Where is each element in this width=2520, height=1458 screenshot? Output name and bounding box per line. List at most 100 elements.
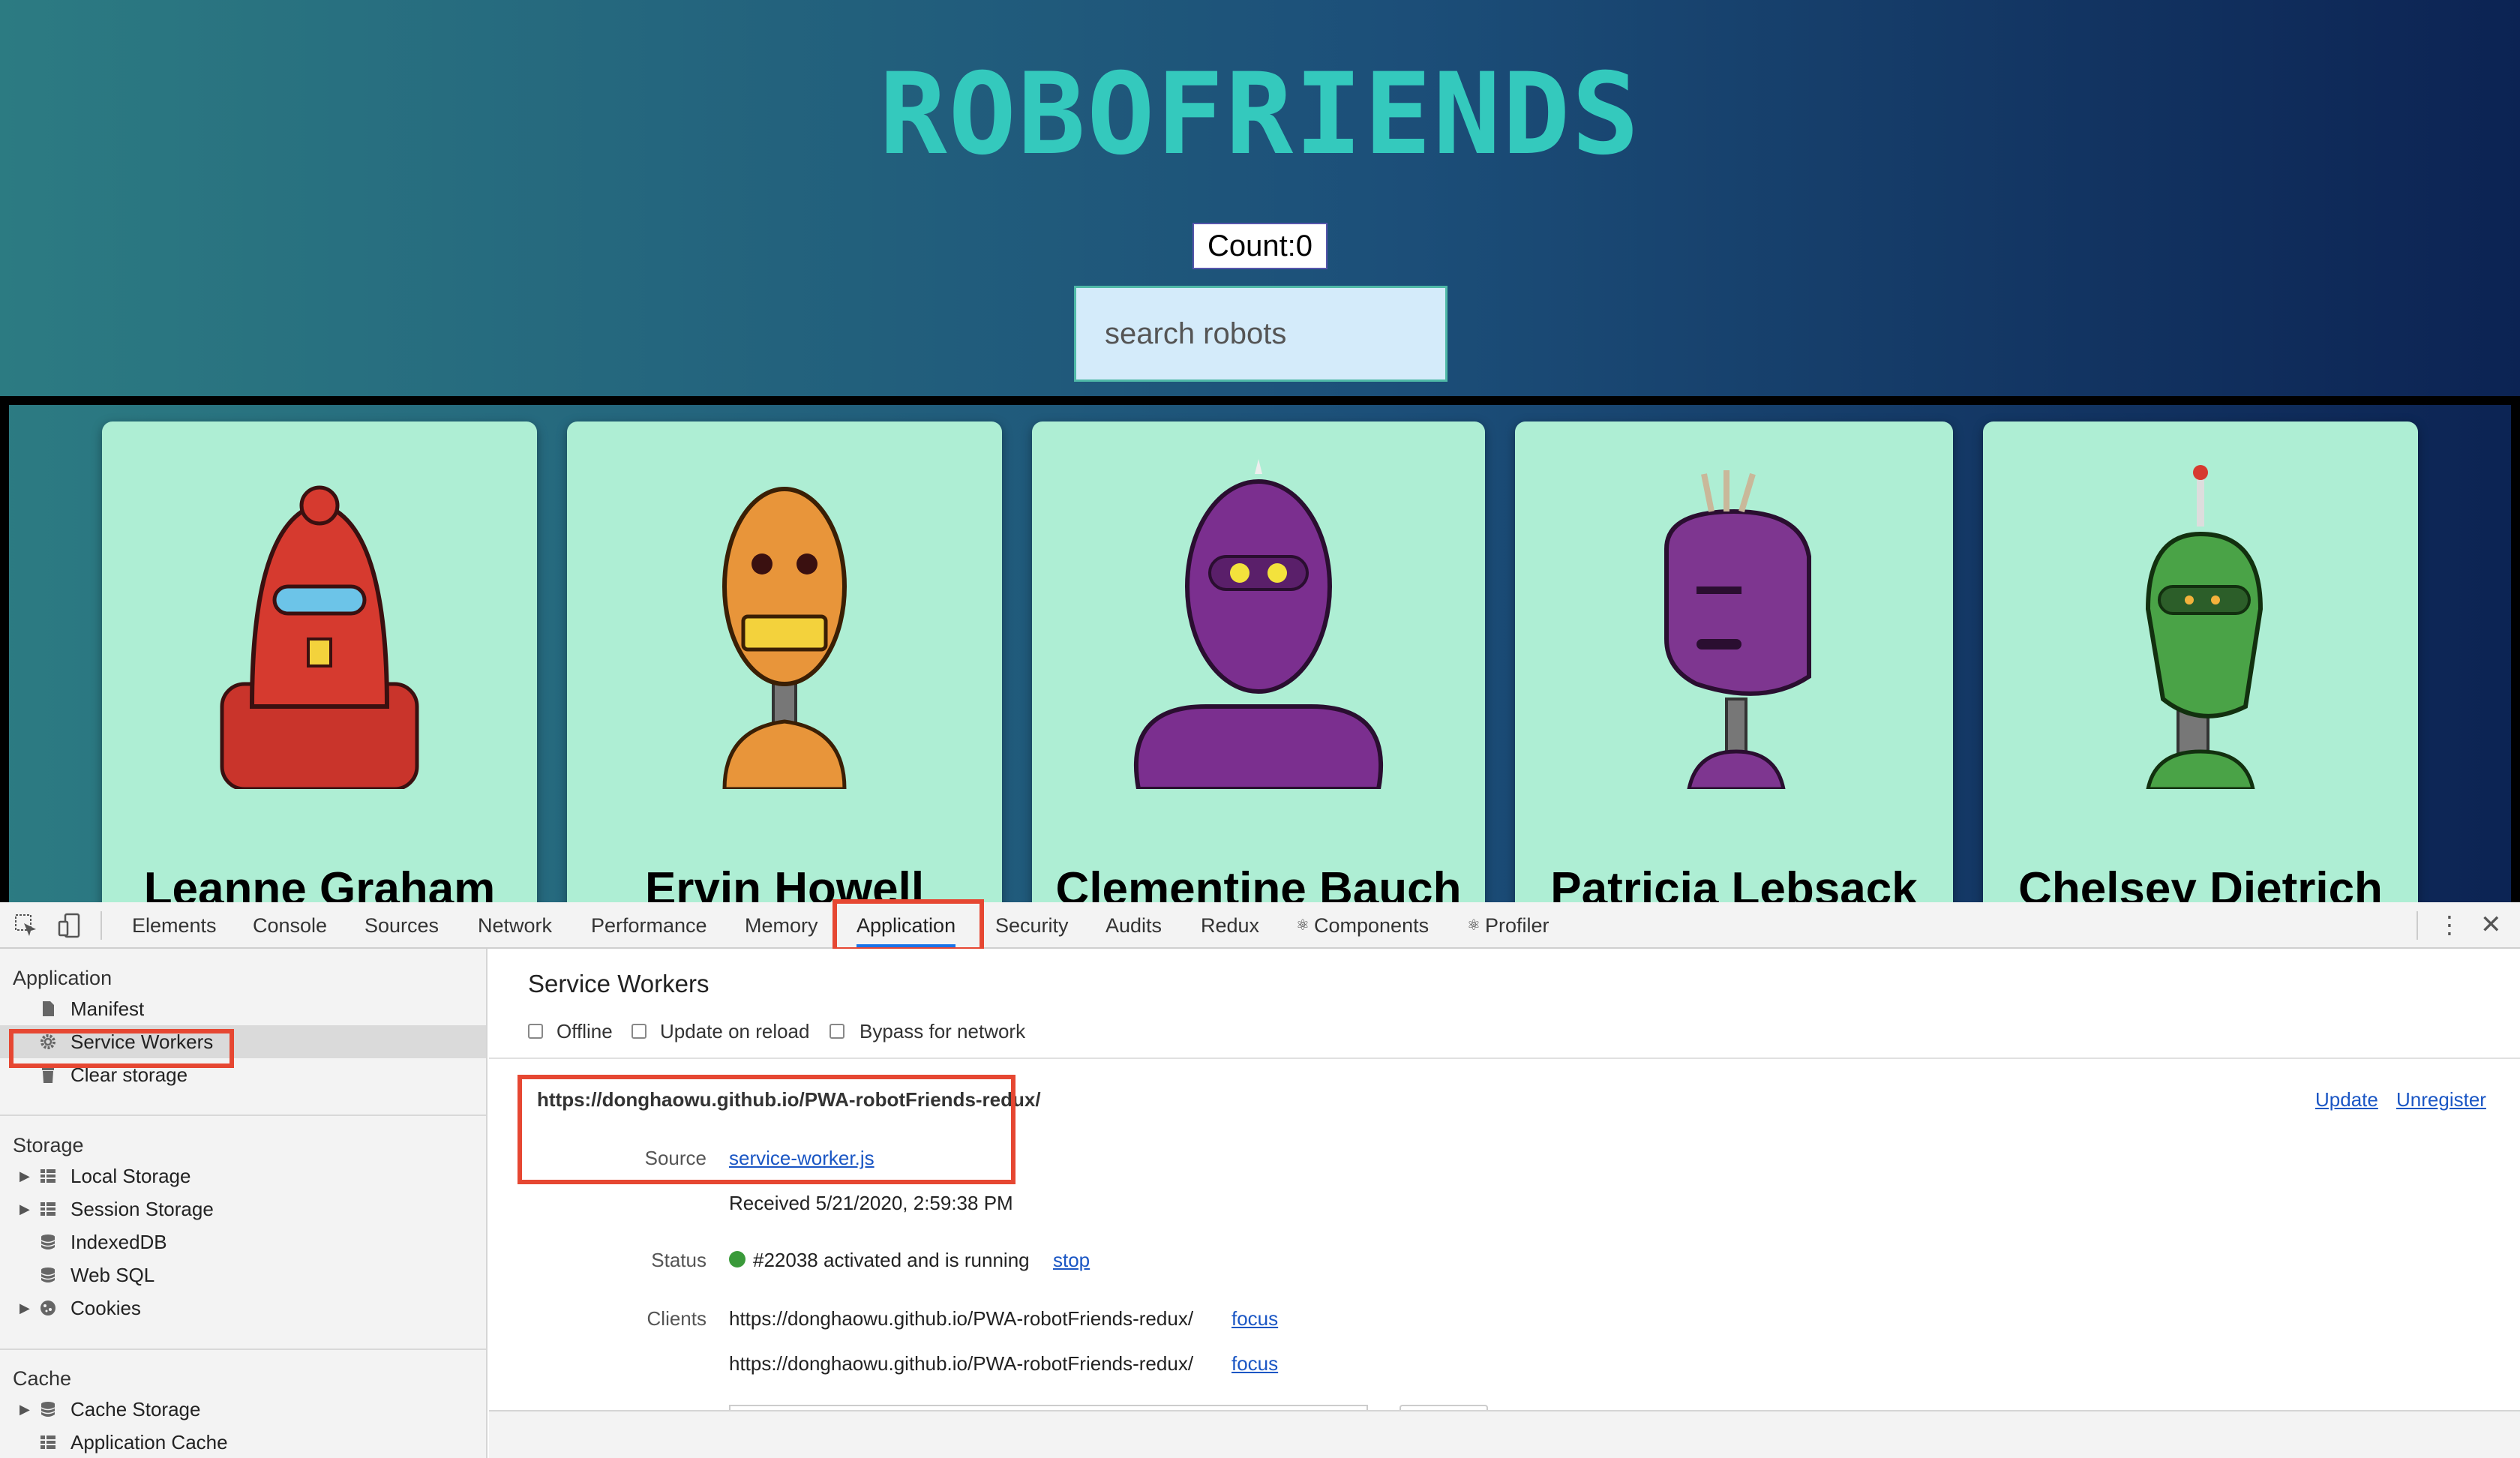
- service-worker-scope-url: https://donghaowu.github.io/PWA-robotFri…: [537, 1088, 1041, 1111]
- expand-triangle-icon[interactable]: ▶: [20, 1292, 30, 1324]
- count-display: Count:0: [1192, 223, 1328, 269]
- sidebar-item-label: Local Storage: [70, 1165, 191, 1187]
- tab-redux[interactable]: Redux: [1201, 902, 1259, 947]
- update-on-reload-checkbox[interactable]: Update on reload: [632, 1018, 809, 1045]
- sidebar-header-cache: Cache: [13, 1367, 72, 1390]
- drawer-bar: [489, 1410, 2520, 1458]
- sidebar-item-indexeddb[interactable]: IndexedDB: [0, 1226, 486, 1258]
- devtools-toolbar: Elements Console Sources Network Perform…: [0, 899, 2520, 952]
- sidebar-item-label: Session Storage: [70, 1198, 214, 1220]
- status-label: Status: [651, 1249, 706, 1271]
- stop-link[interactable]: stop: [1053, 1249, 1090, 1272]
- checkbox-icon[interactable]: [528, 1024, 543, 1039]
- expand-triangle-icon[interactable]: ▶: [20, 1160, 30, 1192]
- sidebar-header-application: Application: [13, 967, 112, 989]
- tab-security[interactable]: Security: [995, 902, 1069, 947]
- database-icon: [40, 1402, 56, 1417]
- robot-card[interactable]: Patricia Lebsack: [1515, 422, 1953, 902]
- sidebar-item-label: Application Cache: [70, 1431, 228, 1454]
- tab-components[interactable]: Components: [1314, 902, 1429, 947]
- client-url: https://donghaowu.github.io/PWA-robotFri…: [729, 1307, 1194, 1330]
- bypass-for-network-checkbox[interactable]: Bypass for network: [830, 1018, 1025, 1045]
- tab-application[interactable]: Application: [856, 902, 956, 947]
- tab-audits[interactable]: Audits: [1106, 902, 1162, 947]
- expand-triangle-icon[interactable]: ▶: [20, 1192, 30, 1226]
- sidebar-item-label: Cache Storage: [70, 1398, 201, 1420]
- tab-sources[interactable]: Sources: [364, 902, 439, 947]
- sidebar-item-clear-storage[interactable]: Clear storage: [0, 1058, 486, 1091]
- search-robots-input[interactable]: [1074, 286, 1448, 382]
- checkbox-label: Bypass for network: [860, 1020, 1026, 1042]
- robot-name: Leanne Graham: [143, 863, 496, 902]
- tab-performance[interactable]: Performance: [591, 902, 707, 947]
- sidebar-item-manifest[interactable]: Manifest: [0, 992, 486, 1025]
- panel-title: Service Workers: [528, 970, 710, 998]
- checkbox-label: Update on reload: [660, 1020, 810, 1042]
- sidebar-item-session-storage[interactable]: ▶ Session Storage: [0, 1192, 486, 1226]
- file-icon: [43, 1001, 54, 1016]
- grid-table-icon: [40, 1436, 56, 1449]
- checkbox-icon[interactable]: [632, 1024, 646, 1039]
- sidebar-item-web-sql[interactable]: Web SQL: [0, 1258, 486, 1292]
- grid-table-icon: [40, 1202, 56, 1216]
- robot-name: Clementine Bauch: [1055, 863, 1462, 902]
- sidebar-item-label: Web SQL: [70, 1264, 155, 1286]
- sidebar-item-label: Clear storage: [70, 1064, 188, 1086]
- sidebar-item-application-cache[interactable]: Application Cache: [0, 1426, 486, 1458]
- tab-memory[interactable]: Memory: [745, 902, 818, 947]
- focus-link[interactable]: focus: [1232, 1307, 1278, 1330]
- source-label: Source: [644, 1147, 706, 1169]
- robot-card[interactable]: Leanne Graham: [102, 422, 537, 902]
- focus-link[interactable]: focus: [1232, 1352, 1278, 1376]
- react-atom-icon: ⚛: [1467, 917, 1480, 934]
- tab-console[interactable]: Console: [253, 902, 327, 947]
- app-title: ROBOFRIENDS: [879, 50, 1641, 180]
- client-url: https://donghaowu.github.io/PWA-robotFri…: [729, 1352, 1194, 1375]
- sidebar-item-label: Cookies: [70, 1297, 141, 1319]
- checkbox-label: Offline: [556, 1020, 613, 1042]
- service-workers-panel: Service Workers Offline Update on reload…: [489, 949, 2520, 1458]
- robot-name: Patricia Lebsack: [1550, 863, 1918, 902]
- more-options-icon[interactable]: ⋮: [2438, 913, 2462, 937]
- sidebar-item-cookies[interactable]: ▶ Cookies: [0, 1292, 486, 1324]
- offline-checkbox[interactable]: Offline: [528, 1018, 613, 1045]
- devtools-panel: Elements Console Sources Network Perform…: [0, 899, 2520, 1458]
- robot-card[interactable]: Clementine Bauch: [1032, 422, 1485, 902]
- sidebar-divider: [0, 1114, 486, 1116]
- robot-name: Chelsey Dietrich: [2018, 863, 2383, 902]
- sidebar-header-storage: Storage: [13, 1134, 84, 1156]
- robofriends-app: ROBOFRIENDS Count:0 Leanne Graham Ervin …: [0, 0, 2520, 902]
- close-icon[interactable]: ✕: [2480, 912, 2502, 938]
- grid-table-icon: [40, 1169, 56, 1183]
- robot-avatar-icon: [220, 485, 419, 789]
- panel-divider: [489, 1058, 2520, 1059]
- sidebar-item-service-workers[interactable]: Service Workers: [0, 1025, 486, 1058]
- sidebar-item-cache-storage[interactable]: ▶ Cache Storage: [0, 1393, 486, 1426]
- source-file-link[interactable]: service-worker.js: [729, 1147, 874, 1170]
- tab-profiler[interactable]: Profiler: [1485, 902, 1550, 947]
- sidebar-item-label: Manifest: [70, 998, 145, 1020]
- tab-elements[interactable]: Elements: [132, 902, 217, 947]
- status-text: #22038 activated and is running: [753, 1249, 1030, 1271]
- device-toolbar-icon[interactable]: [57, 913, 82, 944]
- robot-card[interactable]: Chelsey Dietrich: [1983, 422, 2418, 902]
- received-timestamp: Received 5/21/2020, 2:59:38 PM: [729, 1192, 1013, 1214]
- unregister-link[interactable]: Unregister: [2396, 1088, 2486, 1112]
- react-atom-icon: ⚛: [1296, 917, 1310, 934]
- database-icon: [40, 1268, 56, 1282]
- robot-avatar-icon: [2145, 465, 2264, 789]
- robot-avatar-icon: [1133, 459, 1384, 789]
- expand-triangle-icon[interactable]: ▶: [20, 1393, 30, 1426]
- trash-icon: [42, 1068, 54, 1083]
- inspect-element-icon[interactable]: [14, 913, 39, 944]
- clients-label: Clients: [646, 1307, 706, 1330]
- tab-network[interactable]: Network: [478, 902, 552, 947]
- sidebar-item-label: Service Workers: [70, 1030, 214, 1053]
- sidebar-item-label: IndexedDB: [70, 1231, 167, 1253]
- update-link[interactable]: Update: [2315, 1088, 2378, 1112]
- robot-card[interactable]: Ervin Howell: [567, 422, 1002, 902]
- status-dot-icon: [729, 1251, 746, 1268]
- database-icon: [40, 1234, 56, 1250]
- checkbox-icon[interactable]: [830, 1024, 844, 1039]
- sidebar-item-local-storage[interactable]: ▶ Local Storage: [0, 1160, 486, 1192]
